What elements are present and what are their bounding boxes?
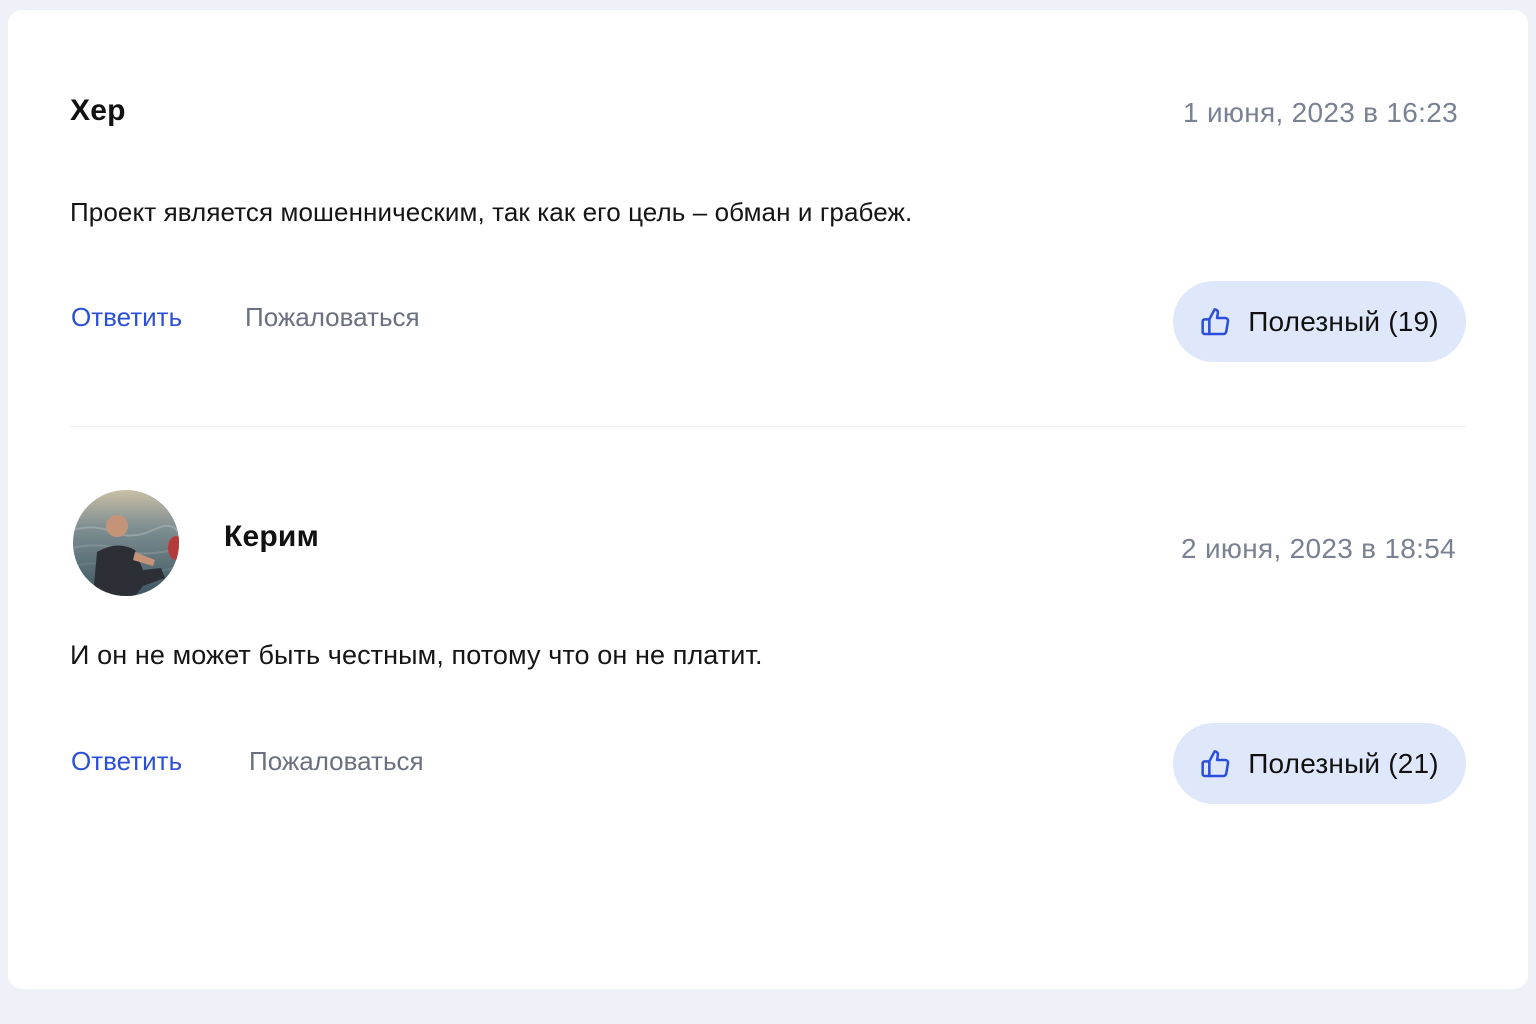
comment-item: Керим 2 июня, 2023 в 18:54 И он не может…: [8, 428, 1528, 848]
comment-author: Керим: [224, 520, 319, 553]
comment-text: И он не может быть честным, потому что о…: [70, 640, 763, 670]
thumbs-up-icon: [1200, 748, 1232, 780]
comment-date: 1 июня, 2023 в 16:23: [1183, 97, 1458, 128]
helpful-label: Полезный (19): [1248, 305, 1439, 337]
comment-date: 2 июня, 2023 в 18:54: [1181, 533, 1456, 564]
comment-text: Проект является мошенническим, так как е…: [70, 197, 913, 227]
helpful-button[interactable]: Полезный (21): [1173, 723, 1466, 804]
helpful-button[interactable]: Полезный (19): [1173, 281, 1466, 362]
comment-item: Хер 1 июня, 2023 в 16:23 Проект является…: [8, 10, 1528, 428]
user-photo-avatar: [73, 490, 179, 596]
reply-link[interactable]: Ответить: [71, 302, 182, 333]
comment-divider: [69, 426, 1467, 427]
report-link[interactable]: Пожаловаться: [245, 302, 420, 333]
reply-link[interactable]: Ответить: [71, 746, 182, 777]
report-link[interactable]: Пожаловаться: [249, 746, 424, 777]
comments-card: Хер 1 июня, 2023 в 16:23 Проект является…: [8, 10, 1528, 989]
comment-author: Хер: [70, 94, 126, 127]
helpful-label: Полезный (21): [1248, 747, 1439, 779]
thumbs-up-icon: [1200, 306, 1232, 338]
